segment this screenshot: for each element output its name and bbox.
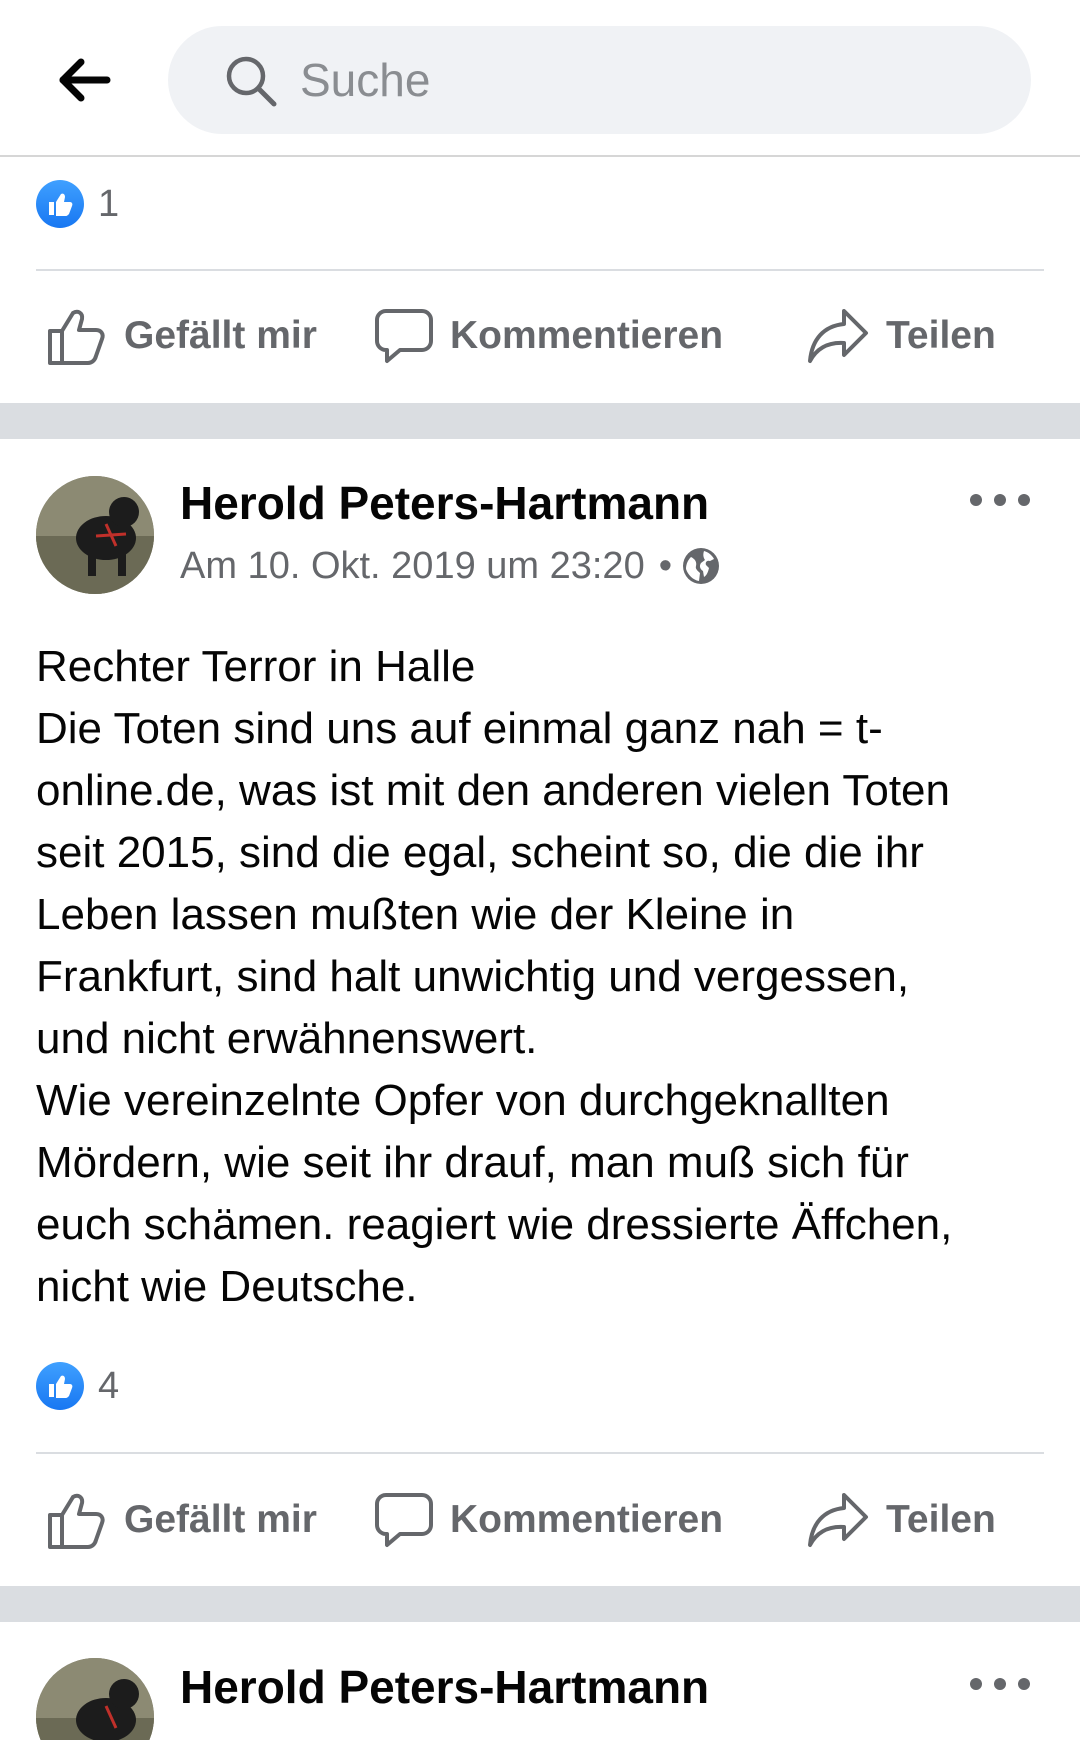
share-label: Teilen — [886, 314, 996, 357]
dot-icon — [970, 494, 982, 506]
meta-separator: • — [658, 544, 673, 587]
comment-label: Kommentieren — [450, 1498, 724, 1541]
post-text-line: seit 2015, sind die egal, scheint so, di… — [36, 828, 924, 877]
dot-icon — [1018, 1678, 1030, 1690]
post-text-line: Leben lassen mußten wie der Kleine in — [36, 890, 795, 939]
reaction-summary[interactable]: 1 — [36, 178, 119, 230]
post-text-line: nicht wie Deutsche. — [36, 1262, 418, 1311]
back-button[interactable] — [50, 50, 120, 110]
reaction-summary[interactable]: 4 — [36, 1360, 119, 1412]
comment-bubble-icon — [375, 309, 433, 363]
divider — [36, 269, 1044, 271]
post-body: Rechter Terror in Halle Die Toten sind u… — [36, 636, 1046, 1318]
like-reaction-icon — [36, 180, 84, 228]
like-button[interactable]: Gefällt mir — [46, 1460, 317, 1580]
post-author-name[interactable]: Herold Peters-Hartmann — [180, 1660, 709, 1714]
action-bar: Gefällt mir Kommentieren Teilen — [0, 276, 1080, 396]
arrow-left-icon — [59, 58, 111, 102]
post-text-line: online.de, was ist mit den anderen viele… — [36, 766, 950, 815]
dot-icon — [970, 1678, 982, 1690]
post-text-line: Die Toten sind uns auf einmal ganz nah =… — [36, 704, 883, 753]
dot-icon — [994, 1678, 1006, 1690]
post-text-line: und nicht erwähnenswert. — [36, 1014, 538, 1063]
like-button[interactable]: Gefällt mir — [46, 276, 317, 396]
post-text-line: Mördern, wie seit ihr drauf, man muß sic… — [36, 1138, 909, 1187]
action-bar: Gefällt mir Kommentieren Teilen — [0, 1460, 1080, 1580]
post-text-line: euch schämen. reagiert wie dressierte Äf… — [36, 1200, 953, 1249]
like-label: Gefällt mir — [124, 1498, 317, 1541]
post-text-line: Frankfurt, sind halt unwichtig und verge… — [36, 952, 910, 1001]
avatar-image — [36, 1658, 154, 1740]
dot-icon — [994, 494, 1006, 506]
share-label: Teilen — [886, 1498, 996, 1541]
avatar[interactable] — [36, 1658, 154, 1740]
dot-icon — [1018, 494, 1030, 506]
share-button[interactable]: Teilen — [806, 1460, 996, 1580]
comment-button[interactable]: Kommentieren — [372, 1460, 723, 1580]
thumbs-up-icon — [48, 309, 105, 365]
comment-button[interactable]: Kommentieren — [372, 276, 723, 396]
more-options-button[interactable] — [970, 480, 1030, 520]
like-reaction-icon — [36, 1362, 84, 1410]
avatar[interactable] — [36, 476, 154, 594]
like-label: Gefällt mir — [124, 314, 317, 357]
comment-bubble-icon — [375, 1493, 433, 1547]
feed-separator — [0, 1586, 1080, 1622]
share-arrow-icon — [808, 309, 868, 363]
post-meta: Am 10. Okt. 2019 um 23:20 • — [180, 541, 720, 591]
more-options-button[interactable] — [970, 1664, 1030, 1704]
post-author-name[interactable]: Herold Peters-Hartmann — [180, 476, 709, 530]
top-bar — [0, 0, 1080, 157]
like-count: 1 — [98, 182, 120, 225]
post-text-line: Wie vereinzelnte Opfer von durchgeknallt… — [36, 1076, 890, 1125]
share-button[interactable]: Teilen — [806, 276, 996, 396]
search-input[interactable] — [300, 48, 950, 112]
globe-icon — [683, 548, 720, 584]
search-icon — [226, 56, 277, 107]
divider — [36, 1452, 1044, 1454]
like-count: 4 — [98, 1364, 120, 1407]
post-timestamp[interactable]: Am 10. Okt. 2019 um 23:20 — [180, 545, 645, 588]
feed-separator — [0, 403, 1080, 439]
share-arrow-icon — [808, 1493, 868, 1547]
thumbs-up-icon — [48, 1493, 105, 1549]
avatar-image — [36, 476, 154, 594]
comment-label: Kommentieren — [450, 314, 724, 357]
post-text-line: Rechter Terror in Halle — [36, 642, 476, 691]
search-bar[interactable] — [168, 26, 1031, 134]
